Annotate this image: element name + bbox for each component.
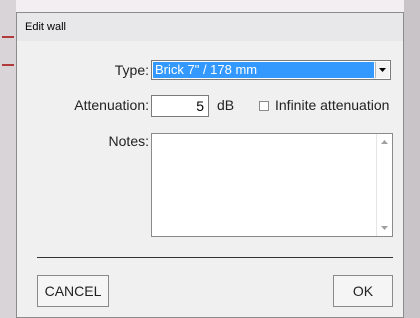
type-label: Type: bbox=[114, 62, 149, 78]
separator-line bbox=[37, 257, 393, 258]
ok-button[interactable]: OK bbox=[333, 275, 393, 307]
infinite-attenuation-checkbox[interactable] bbox=[259, 101, 269, 111]
notes-scrollbar[interactable] bbox=[376, 134, 392, 236]
cancel-button[interactable]: CANCEL bbox=[37, 275, 109, 307]
background-right-edge bbox=[404, 0, 420, 318]
infinite-attenuation-label[interactable]: Infinite attenuation bbox=[275, 97, 389, 113]
chevron-down-icon bbox=[379, 68, 386, 72]
edit-wall-dialog: Edit wall Type: Brick 7" / 178 mm Attenu… bbox=[16, 12, 404, 318]
dialog-titlebar[interactable]: Edit wall bbox=[17, 13, 403, 41]
type-select-value: Brick 7" / 178 mm bbox=[153, 62, 374, 78]
type-dropdown-button[interactable] bbox=[375, 62, 389, 78]
notes-textarea[interactable] bbox=[151, 133, 393, 237]
scroll-down-icon[interactable] bbox=[381, 226, 388, 230]
scroll-up-icon[interactable] bbox=[381, 140, 388, 144]
dialog-title: Edit wall bbox=[25, 21, 66, 33]
background-mark bbox=[2, 36, 14, 38]
background-left-edge bbox=[0, 0, 16, 318]
attenuation-unit: dB bbox=[217, 97, 235, 113]
notes-label: Notes: bbox=[108, 133, 149, 149]
type-select[interactable]: Brick 7" / 178 mm bbox=[151, 60, 391, 80]
attenuation-input[interactable]: 5 bbox=[151, 95, 209, 117]
attenuation-label: Attenuation: bbox=[74, 97, 149, 113]
background-mark bbox=[2, 64, 14, 66]
